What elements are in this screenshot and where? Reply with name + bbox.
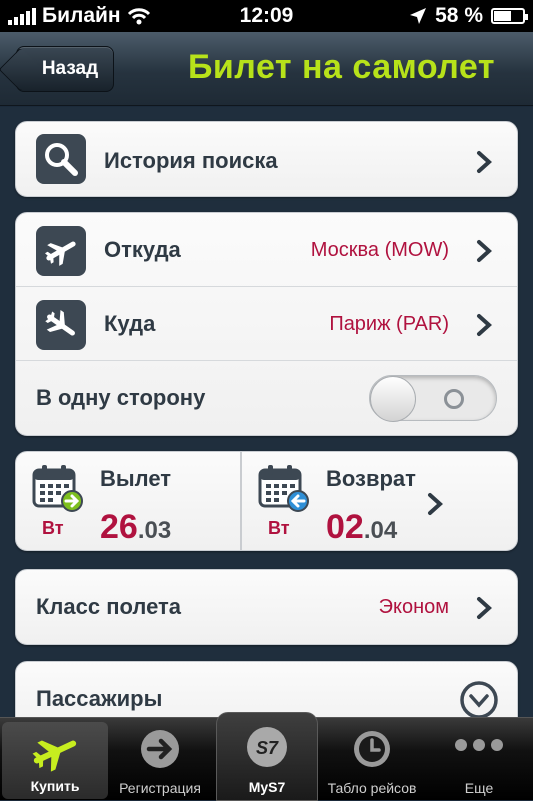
tab-buy-label: Купить [30,778,80,794]
calendar-depart-icon [32,465,83,512]
flight-class-row[interactable]: Класс полета Эконом [16,570,517,644]
departure-day-number: 26 [100,508,138,546]
tab-bar: Купить Регистрация S7 MyS7 Табло рейсов … [0,712,533,801]
back-button-label: Назад [41,58,99,79]
tab-mys7[interactable]: S7 MyS7 [216,712,318,801]
return-weekday: Вт [268,518,290,538]
flight-class-label: Класс полета [36,594,182,619]
chevron-right-icon [477,597,492,619]
from-value: Москва (MOW) [310,239,449,261]
tab-checkin-label: Регистрация [119,780,201,796]
departure-day: 26.03 [100,508,171,547]
search-history-row[interactable]: История поиска [16,122,517,196]
passengers-card: Пассажиры [15,661,518,717]
tab-checkin[interactable]: Регистрация [107,718,213,801]
departure-label: Вылет [100,466,172,491]
s7-logo-icon: S7 [247,727,287,767]
route-card: Откуда Москва (MOW) Куда Париж (PAR) В о… [15,212,518,436]
tab-flight-board-label: Табло рейсов [327,780,417,796]
status-bar: Билайн 12:09 58 % [0,0,533,32]
calendar-return-icon [258,465,309,512]
oneway-label: В одну сторону [36,385,206,410]
svg-text:S7: S7 [256,738,279,758]
navigation-bar: Назад Билет на самолет [0,32,533,106]
return-day: 02.04 [326,508,397,547]
departure-date[interactable]: Вылет Вт 26.03 [16,452,242,550]
battery-icon [491,8,528,24]
plane-icon [32,740,77,772]
chevron-right-icon [477,240,492,262]
page-title: Билет на самолет [187,48,496,86]
tab-more-label: Еще [464,780,494,796]
return-label: Возврат [326,466,416,491]
tab-mys7-label: MyS7 [248,779,286,795]
flight-class-value: Эконом [378,596,449,618]
search-icon [36,134,86,184]
main-content: История поиска Откуда Москва (MOW) Куда … [0,107,533,717]
chevron-right-icon [477,314,492,336]
class-card: Класс полета Эконом [15,569,518,645]
return-day-number: 02 [326,508,364,546]
to-row[interactable]: Куда Париж (PAR) [16,287,517,361]
departure-weekday: Вт [42,518,64,538]
location-arrow-icon [410,8,427,24]
back-button[interactable]: Назад [16,46,114,92]
chevron-right-icon [477,151,492,173]
to-value: Париж (PAR) [329,313,449,335]
history-card: История поиска [15,121,518,197]
departure-month: .03 [137,517,172,544]
battery-percent: 58 % [435,4,483,27]
arrival-plane-icon [36,300,86,350]
dates-card[interactable]: Вылет Вт 26.03 Возврат Вт 02.04 [15,451,518,551]
arrow-right-circle-icon [141,730,179,768]
to-label: Куда [104,311,156,336]
chevron-down-circle-icon[interactable] [459,680,499,717]
oneway-row: В одну сторону [16,361,517,435]
departure-plane-icon [36,226,86,276]
return-month: .04 [363,517,398,544]
return-date[interactable]: Возврат Вт 02.04 [242,452,468,550]
tab-flight-board[interactable]: Табло рейсов [319,718,425,801]
chevron-right-icon [428,493,443,515]
clock-icon [354,731,390,767]
passengers-label: Пассажиры [36,686,163,711]
more-dots-icon [455,739,503,751]
passengers-row[interactable]: Пассажиры [16,662,517,717]
tab-more[interactable]: Еще [426,718,532,801]
from-label: Откуда [104,237,181,262]
search-history-label: История поиска [104,148,278,173]
oneway-toggle[interactable] [369,375,497,422]
tab-buy[interactable]: Купить [2,722,108,799]
from-row[interactable]: Откуда Москва (MOW) [16,213,517,287]
